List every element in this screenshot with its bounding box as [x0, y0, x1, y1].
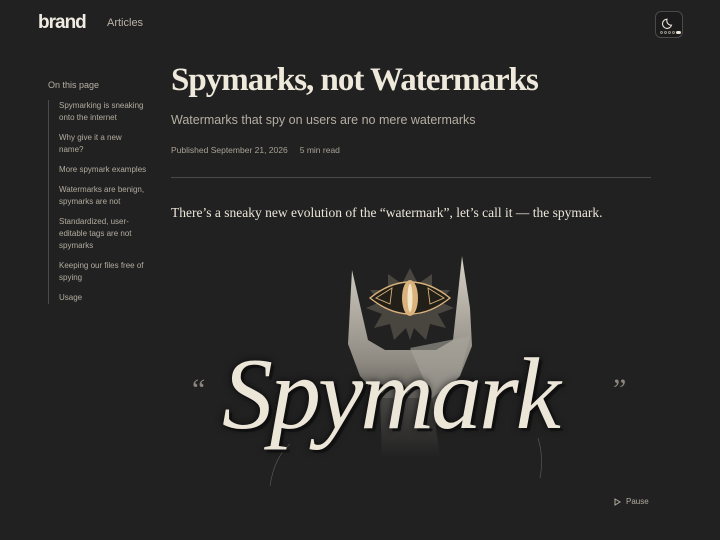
top-bar: brand Articles — [0, 0, 720, 50]
toc-item[interactable]: Why give it a new name? — [59, 132, 148, 156]
article-subtitle: Watermarks that spy on users are no mere… — [171, 113, 476, 127]
toc-item[interactable]: Standardized, user-editable tags are not… — [59, 216, 148, 252]
quote-close: ” — [613, 373, 627, 406]
hero-wordmark: Spymark — [222, 338, 561, 451]
divider — [171, 177, 651, 178]
read-time: 5 min read — [299, 145, 340, 155]
toc-item[interactable]: More spymark examples — [59, 164, 148, 176]
pause-label: Pause — [626, 497, 649, 506]
theme-indicator-dots — [660, 31, 681, 34]
hero-illustration: “ Spymark ” — [170, 248, 650, 493]
pause-button[interactable]: Pause — [614, 497, 649, 506]
toc-item[interactable]: Usage — [59, 292, 148, 304]
published-date: Published September 21, 2026 — [171, 145, 288, 155]
theme-toggle-button[interactable] — [655, 11, 683, 38]
moon-icon — [662, 18, 673, 29]
toc-item[interactable]: Spymarking is sneaking onto the internet — [59, 100, 148, 124]
page-title: Spymarks, not Watermarks — [171, 62, 539, 98]
article-lede: There’s a sneaky new evolution of the “w… — [171, 205, 603, 220]
article-meta: Published September 21, 2026 5 min read — [171, 145, 651, 155]
nav-articles-link[interactable]: Articles — [107, 17, 143, 29]
article-main: Spymarks, not Watermarks Watermarks that… — [171, 60, 651, 221]
brand-logo[interactable]: brand — [38, 12, 87, 34]
toc-title: On this page — [48, 80, 100, 90]
play-icon — [614, 497, 621, 506]
table-of-contents: On this page Spymarking is sneaking onto… — [48, 80, 158, 312]
toc-item[interactable]: Watermarks are benign, spymarks are not — [59, 184, 148, 208]
toc-item[interactable]: Keeping our files free of spying — [59, 260, 148, 284]
toc-list: Spymarking is sneaking onto the internet… — [48, 100, 148, 304]
quote-open: “ — [192, 373, 206, 406]
